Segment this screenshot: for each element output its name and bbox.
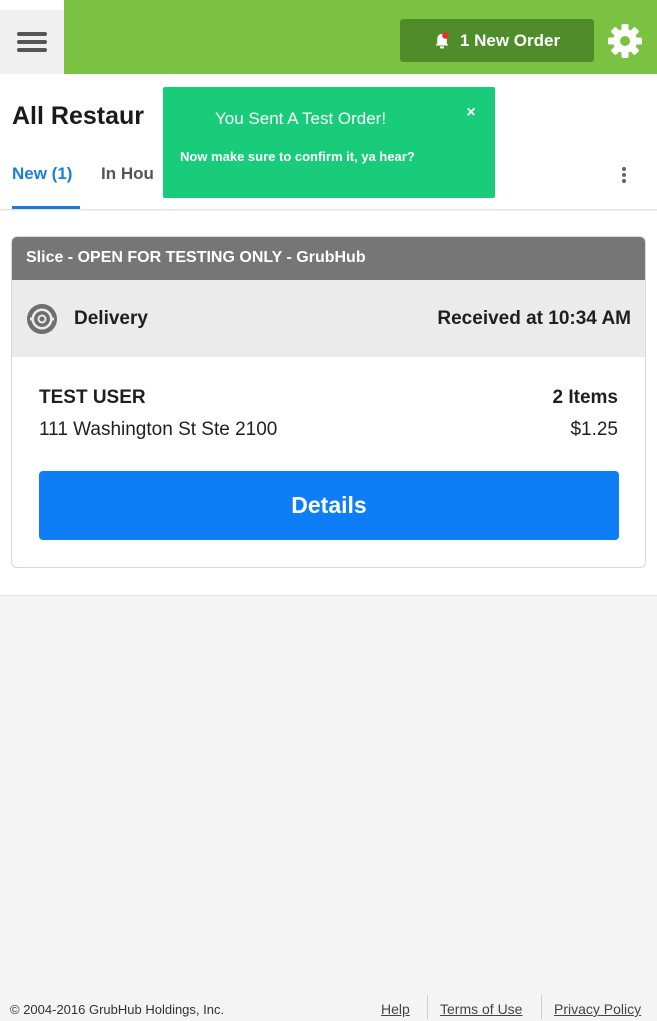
settings-button[interactable]	[606, 22, 644, 60]
order-body: TEST USER 111 Washington St Ste 2100 2 I…	[12, 357, 645, 567]
menu-button[interactable]	[0, 10, 64, 74]
toast-message: Now make sure to confirm it, ya hear?	[180, 149, 415, 164]
top-bar: 1 New Order	[0, 0, 657, 74]
orders-list: Slice - OPEN FOR TESTING ONLY - GrubHub …	[0, 211, 657, 596]
delivery-icon	[27, 304, 57, 334]
customer-address: 111 Washington St Ste 2100	[39, 419, 278, 440]
page-title: All Restaur	[12, 102, 144, 130]
tab-in-house[interactable]: In Hou	[101, 164, 154, 184]
bell-icon	[434, 31, 450, 50]
footer-divider	[541, 995, 542, 1019]
privacy-policy-link[interactable]: Privacy Policy	[554, 1001, 641, 1017]
toast-title: You Sent A Test Order!	[215, 109, 387, 128]
restaurant-name: Slice - OPEN FOR TESTING ONLY - GrubHub	[12, 237, 645, 280]
customer-name: TEST USER	[39, 387, 146, 408]
app: 1 New Order All Restaur New (1) In Hou Y…	[0, 0, 657, 1021]
copyright: © 2004-2016 GrubHub Holdings, Inc.	[10, 1002, 225, 1017]
item-count: 2 Items	[552, 387, 618, 408]
more-options-icon[interactable]	[614, 164, 634, 186]
gear-icon	[608, 24, 642, 58]
new-order-button[interactable]: 1 New Order	[400, 19, 594, 62]
tab-new[interactable]: New (1)	[12, 164, 72, 184]
test-order-toast: You Sent A Test Order! × Now make sure t…	[163, 87, 495, 198]
terms-of-use-link[interactable]: Terms of Use	[440, 1001, 522, 1017]
order-meta: Delivery Received at 10:34 AM	[12, 280, 645, 357]
hamburger-icon	[17, 32, 47, 52]
footer: © 2004-2016 GrubHub Holdings, Inc. Help …	[0, 995, 657, 1021]
close-icon[interactable]: ×	[461, 104, 481, 124]
details-button[interactable]: Details	[39, 471, 619, 540]
help-link[interactable]: Help	[381, 1001, 410, 1017]
footer-divider	[427, 995, 428, 1019]
active-tab-indicator	[12, 206, 80, 209]
order-card: Slice - OPEN FOR TESTING ONLY - GrubHub …	[11, 236, 646, 568]
top-bar-edge	[0, 0, 64, 10]
received-time: Received at 10:34 AM	[437, 308, 631, 329]
order-total: $1.25	[570, 419, 618, 440]
order-type: Delivery	[74, 308, 148, 329]
new-order-label: 1 New Order	[459, 30, 561, 50]
